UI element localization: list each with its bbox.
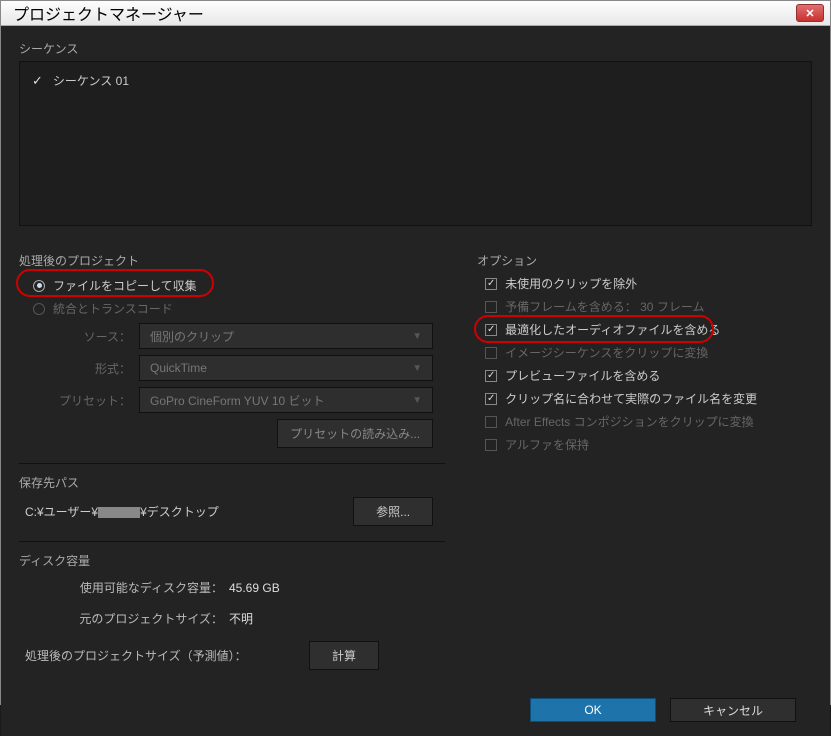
disk-label: ディスク容量 xyxy=(19,552,445,569)
option-include-preview-files[interactable]: プレビューファイルを含める xyxy=(477,367,812,384)
options-label: オプション xyxy=(477,252,812,269)
ok-button[interactable]: OK xyxy=(530,698,656,722)
disk-result-label: 処理後のプロジェクトサイズ（予測値）： xyxy=(19,647,309,664)
window-title: プロジェクトマネージャー xyxy=(13,1,204,25)
checkbox-icon xyxy=(485,416,497,428)
checkbox-icon xyxy=(485,324,497,336)
cancel-button[interactable]: キャンセル xyxy=(670,698,796,722)
chevron-down-icon: ▼ xyxy=(412,331,422,342)
disk-orig-value: 不明 xyxy=(229,610,253,627)
chevron-down-icon: ▼ xyxy=(412,395,422,406)
disk-orig-label: 元のプロジェクトサイズ： xyxy=(19,610,229,627)
radio-consolidate-transcode[interactable]: 統合とトランスコード xyxy=(19,298,445,319)
option-label: プレビューファイルを含める xyxy=(505,367,660,384)
option-label: 未使用のクリップを除外 xyxy=(505,275,637,292)
format-dropdown: QuickTime ▼ xyxy=(139,355,433,381)
option-convert-ae-comps: After Effects コンポジションをクリップに変換 xyxy=(477,413,812,430)
sequence-item[interactable]: ✓ シーケンス 01 xyxy=(32,72,799,89)
source-label: ソース： xyxy=(19,328,139,345)
calculate-button[interactable]: 計算 xyxy=(309,641,379,670)
project-manager-window: プロジェクトマネージャー ✕ シーケンス ✓ シーケンス 01 処理後のプロジェ… xyxy=(0,0,831,705)
option-label: After Effects コンポジションをクリップに変換 xyxy=(505,413,753,430)
destination-path: C:¥ユーザー¥¥デスクトップ xyxy=(25,503,219,520)
checkbox-icon xyxy=(485,439,497,451)
checkbox-icon xyxy=(485,393,497,405)
titlebar: プロジェクトマネージャー ✕ xyxy=(1,1,830,26)
option-preserve-alpha: アルファを保持 xyxy=(477,436,812,453)
close-button[interactable]: ✕ xyxy=(796,4,824,22)
option-label: 予備フレームを含める： 30 フレーム xyxy=(505,298,704,315)
option-label: アルファを保持 xyxy=(505,436,589,453)
chevron-down-icon: ▼ xyxy=(412,363,422,374)
sequence-section-label: シーケンス xyxy=(19,40,812,57)
radio-copy-label: ファイルをコピーして収集 xyxy=(53,277,197,294)
checkbox-icon xyxy=(485,370,497,382)
format-label: 形式： xyxy=(19,360,139,377)
close-icon: ✕ xyxy=(805,7,814,20)
radio-transcode-label: 統合とトランスコード xyxy=(53,300,173,317)
check-icon: ✓ xyxy=(32,73,43,89)
preset-value: GoPro CineForm YUV 10 ビット xyxy=(150,392,325,409)
option-convert-image-sequences: イメージシーケンスをクリップに変換 xyxy=(477,344,812,361)
disk-avail-value: 45.69 GB xyxy=(229,581,280,595)
option-label: 最適化したオーディオファイルを含める xyxy=(505,321,720,338)
sequence-list[interactable]: ✓ シーケンス 01 xyxy=(19,61,812,226)
checkbox-icon xyxy=(485,347,497,359)
result-project-panel: 処理後のプロジェクト ファイルをコピーして収集 統合とトランスコード ソース： xyxy=(19,252,445,684)
preset-dropdown: GoPro CineForm YUV 10 ビット ▼ xyxy=(139,387,433,413)
browse-button[interactable]: 参照... xyxy=(353,497,433,526)
radio-icon xyxy=(33,303,45,315)
dialog-body: シーケンス ✓ シーケンス 01 処理後のプロジェクト ファイルをコピーして収集 xyxy=(1,26,830,698)
preset-label: プリセット： xyxy=(19,392,139,409)
options-panel: オプション 未使用のクリップを除外 予備フレームを含める： 30 フレーム 最適… xyxy=(477,252,812,684)
option-label: クリップ名に合わせて実際のファイル名を変更 xyxy=(505,390,757,407)
destination-label: 保存先パス xyxy=(19,474,445,491)
disk-avail-label: 使用可能なディスク容量： xyxy=(19,579,229,596)
preset-load-button: プリセットの読み込み... xyxy=(277,419,433,448)
option-include-conformed-audio[interactable]: 最適化したオーディオファイルを含める xyxy=(477,321,812,338)
sequence-item-label: シーケンス 01 xyxy=(53,72,129,89)
redacted-segment xyxy=(98,507,140,518)
checkbox-icon xyxy=(485,301,497,313)
radio-copy-collect[interactable]: ファイルをコピーして収集 xyxy=(19,275,445,296)
source-dropdown: 個別のクリップ ▼ xyxy=(139,323,433,349)
checkbox-icon xyxy=(485,278,497,290)
format-value: QuickTime xyxy=(150,361,207,375)
option-include-handles: 予備フレームを含める： 30 フレーム xyxy=(477,298,812,315)
dialog-footer: OK キャンセル xyxy=(1,698,830,736)
radio-icon xyxy=(33,280,45,292)
option-exclude-unused[interactable]: 未使用のクリップを除外 xyxy=(477,275,812,292)
source-value: 個別のクリップ xyxy=(150,328,234,345)
result-project-label: 処理後のプロジェクト xyxy=(19,252,445,269)
option-rename-media-files[interactable]: クリップ名に合わせて実際のファイル名を変更 xyxy=(477,390,812,407)
option-label: イメージシーケンスをクリップに変換 xyxy=(505,344,708,361)
